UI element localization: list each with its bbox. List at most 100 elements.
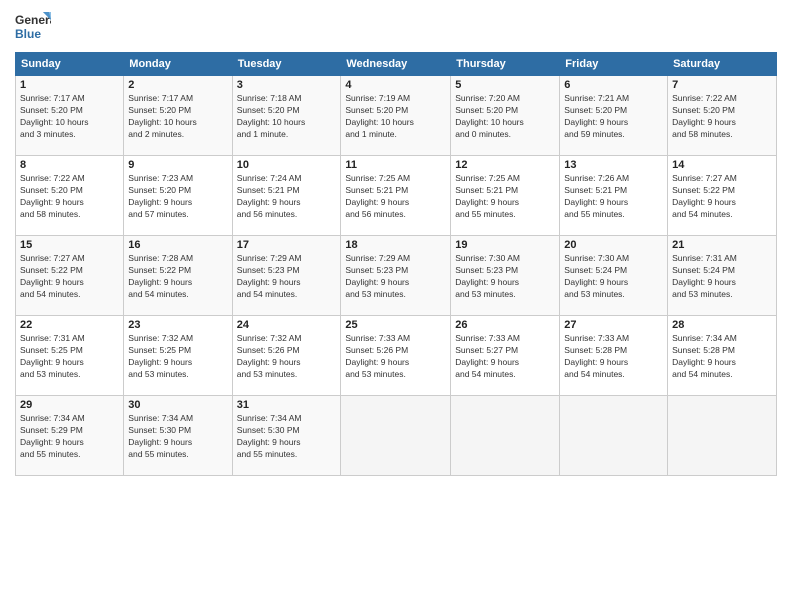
day-number: 29 xyxy=(20,399,119,411)
calendar-cell: 12 Sunrise: 7:25 AM Sunset: 5:21 PM Dayli… xyxy=(451,156,560,236)
day-number: 24 xyxy=(237,319,337,331)
calendar-cell: 10 Sunrise: 7:24 AM Sunset: 5:21 PM Dayli… xyxy=(232,156,341,236)
calendar-cell: 23 Sunrise: 7:32 AM Sunset: 5:25 PM Dayli… xyxy=(124,316,232,396)
day-number: 4 xyxy=(345,79,446,91)
calendar-header-row: SundayMondayTuesdayWednesdayThursdayFrid… xyxy=(16,53,777,76)
day-info: Sunrise: 7:23 AM Sunset: 5:20 PM Dayligh… xyxy=(128,173,227,221)
day-info: Sunrise: 7:30 AM Sunset: 5:23 PM Dayligh… xyxy=(455,253,555,301)
calendar-cell: 14 Sunrise: 7:27 AM Sunset: 5:22 PM Dayli… xyxy=(668,156,777,236)
day-number: 3 xyxy=(237,79,337,91)
calendar-cell: 15Sunrise: 7:27 AM Sunset: 5:22 PM Dayli… xyxy=(16,236,124,316)
day-number: 22 xyxy=(20,319,119,331)
day-number: 8 xyxy=(20,159,119,171)
calendar-cell xyxy=(341,396,451,476)
calendar-cell: 7 Sunrise: 7:22 AM Sunset: 5:20 PM Daylig… xyxy=(668,76,777,156)
day-number: 16 xyxy=(128,239,227,251)
calendar-cell: 1 Sunrise: 7:17 AM Sunset: 5:20 PM Daylig… xyxy=(16,76,124,156)
logo: General Blue xyxy=(15,10,51,48)
header-saturday: Saturday xyxy=(668,53,777,76)
calendar-cell: 3 Sunrise: 7:18 AM Sunset: 5:20 PM Daylig… xyxy=(232,76,341,156)
calendar-cell: 16 Sunrise: 7:28 AM Sunset: 5:22 PM Dayli… xyxy=(124,236,232,316)
day-info: Sunrise: 7:24 AM Sunset: 5:21 PM Dayligh… xyxy=(237,173,337,221)
day-info: Sunrise: 7:25 AM Sunset: 5:21 PM Dayligh… xyxy=(455,173,555,221)
calendar-cell: 22 Sunrise: 7:31 AM Sunset: 5:25 PM Dayli… xyxy=(16,316,124,396)
header-wednesday: Wednesday xyxy=(341,53,451,76)
day-number: 14 xyxy=(672,159,772,171)
day-number: 5 xyxy=(455,79,555,91)
day-number: 21 xyxy=(672,239,772,251)
day-number: 18 xyxy=(345,239,446,251)
day-info: Sunrise: 7:29 AM Sunset: 5:23 PM Dayligh… xyxy=(237,253,337,301)
day-info: Sunrise: 7:27 AM Sunset: 5:22 PM Dayligh… xyxy=(672,173,772,221)
calendar-week-2: 8 Sunrise: 7:22 AM Sunset: 5:20 PM Daylig… xyxy=(16,156,777,236)
day-info: Sunrise: 7:22 AM Sunset: 5:20 PM Dayligh… xyxy=(20,173,119,221)
day-number: 31 xyxy=(237,399,337,411)
day-info: Sunrise: 7:19 AM Sunset: 5:20 PM Dayligh… xyxy=(345,93,446,141)
day-info: Sunrise: 7:33 AM Sunset: 5:26 PM Dayligh… xyxy=(345,333,446,381)
svg-text:General: General xyxy=(15,13,51,27)
day-number: 23 xyxy=(128,319,227,331)
day-info: Sunrise: 7:26 AM Sunset: 5:21 PM Dayligh… xyxy=(564,173,663,221)
calendar-cell: 13 Sunrise: 7:26 AM Sunset: 5:21 PM Dayli… xyxy=(560,156,668,236)
day-number: 27 xyxy=(564,319,663,331)
logo-svg: General Blue xyxy=(15,10,51,48)
day-info: Sunrise: 7:32 AM Sunset: 5:25 PM Dayligh… xyxy=(128,333,227,381)
day-info: Sunrise: 7:22 AM Sunset: 5:20 PM Dayligh… xyxy=(672,93,772,141)
page: General Blue SundayMondayTuesdayWednesda… xyxy=(0,0,792,612)
day-info: Sunrise: 7:28 AM Sunset: 5:22 PM Dayligh… xyxy=(128,253,227,301)
day-number: 10 xyxy=(237,159,337,171)
day-info: Sunrise: 7:34 AM Sunset: 5:28 PM Dayligh… xyxy=(672,333,772,381)
day-info: Sunrise: 7:31 AM Sunset: 5:25 PM Dayligh… xyxy=(20,333,119,381)
header-monday: Monday xyxy=(124,53,232,76)
calendar-cell: 2Sunrise: 7:17 AM Sunset: 5:20 PM Daylig… xyxy=(124,76,232,156)
calendar-week-1: 1 Sunrise: 7:17 AM Sunset: 5:20 PM Daylig… xyxy=(16,76,777,156)
day-number: 9 xyxy=(128,159,227,171)
day-number: 19 xyxy=(455,239,555,251)
calendar-week-3: 15Sunrise: 7:27 AM Sunset: 5:22 PM Dayli… xyxy=(16,236,777,316)
day-info: Sunrise: 7:18 AM Sunset: 5:20 PM Dayligh… xyxy=(237,93,337,141)
day-number: 7 xyxy=(672,79,772,91)
day-number: 12 xyxy=(455,159,555,171)
header-tuesday: Tuesday xyxy=(232,53,341,76)
calendar-cell: 27 Sunrise: 7:33 AM Sunset: 5:28 PM Dayli… xyxy=(560,316,668,396)
day-number: 25 xyxy=(345,319,446,331)
day-info: Sunrise: 7:33 AM Sunset: 5:28 PM Dayligh… xyxy=(564,333,663,381)
day-info: Sunrise: 7:33 AM Sunset: 5:27 PM Dayligh… xyxy=(455,333,555,381)
day-info: Sunrise: 7:32 AM Sunset: 5:26 PM Dayligh… xyxy=(237,333,337,381)
day-number: 1 xyxy=(20,79,119,91)
day-info: Sunrise: 7:31 AM Sunset: 5:24 PM Dayligh… xyxy=(672,253,772,301)
day-number: 6 xyxy=(564,79,663,91)
day-info: Sunrise: 7:29 AM Sunset: 5:23 PM Dayligh… xyxy=(345,253,446,301)
calendar-cell: 25 Sunrise: 7:33 AM Sunset: 5:26 PM Dayli… xyxy=(341,316,451,396)
calendar-cell: 5 Sunrise: 7:20 AM Sunset: 5:20 PM Daylig… xyxy=(451,76,560,156)
calendar-cell: 9 Sunrise: 7:23 AM Sunset: 5:20 PM Daylig… xyxy=(124,156,232,236)
svg-text:Blue: Blue xyxy=(15,27,41,41)
calendar-cell: 24 Sunrise: 7:32 AM Sunset: 5:26 PM Dayli… xyxy=(232,316,341,396)
header: General Blue xyxy=(15,10,777,48)
day-info: Sunrise: 7:34 AM Sunset: 5:30 PM Dayligh… xyxy=(237,413,337,461)
day-number: 26 xyxy=(455,319,555,331)
day-number: 2 xyxy=(128,79,227,91)
calendar-cell xyxy=(451,396,560,476)
calendar-cell: 30Sunrise: 7:34 AM Sunset: 5:30 PM Dayli… xyxy=(124,396,232,476)
day-number: 28 xyxy=(672,319,772,331)
day-info: Sunrise: 7:17 AM Sunset: 5:20 PM Dayligh… xyxy=(20,93,119,141)
header-sunday: Sunday xyxy=(16,53,124,76)
calendar-cell: 21 Sunrise: 7:31 AM Sunset: 5:24 PM Dayli… xyxy=(668,236,777,316)
calendar-cell xyxy=(668,396,777,476)
day-info: Sunrise: 7:25 AM Sunset: 5:21 PM Dayligh… xyxy=(345,173,446,221)
calendar-cell: 31 Sunrise: 7:34 AM Sunset: 5:30 PM Dayli… xyxy=(232,396,341,476)
day-info: Sunrise: 7:27 AM Sunset: 5:22 PM Dayligh… xyxy=(20,253,119,301)
day-info: Sunrise: 7:20 AM Sunset: 5:20 PM Dayligh… xyxy=(455,93,555,141)
day-info: Sunrise: 7:21 AM Sunset: 5:20 PM Dayligh… xyxy=(564,93,663,141)
calendar-cell: 4 Sunrise: 7:19 AM Sunset: 5:20 PM Daylig… xyxy=(341,76,451,156)
calendar-week-5: 29Sunrise: 7:34 AM Sunset: 5:29 PM Dayli… xyxy=(16,396,777,476)
day-number: 13 xyxy=(564,159,663,171)
day-info: Sunrise: 7:34 AM Sunset: 5:30 PM Dayligh… xyxy=(128,413,227,461)
calendar-cell: 11Sunrise: 7:25 AM Sunset: 5:21 PM Dayli… xyxy=(341,156,451,236)
header-friday: Friday xyxy=(560,53,668,76)
header-thursday: Thursday xyxy=(451,53,560,76)
calendar-cell: 19 Sunrise: 7:30 AM Sunset: 5:23 PM Dayli… xyxy=(451,236,560,316)
calendar-cell: 20Sunrise: 7:30 AM Sunset: 5:24 PM Dayli… xyxy=(560,236,668,316)
calendar-cell: 29Sunrise: 7:34 AM Sunset: 5:29 PM Dayli… xyxy=(16,396,124,476)
